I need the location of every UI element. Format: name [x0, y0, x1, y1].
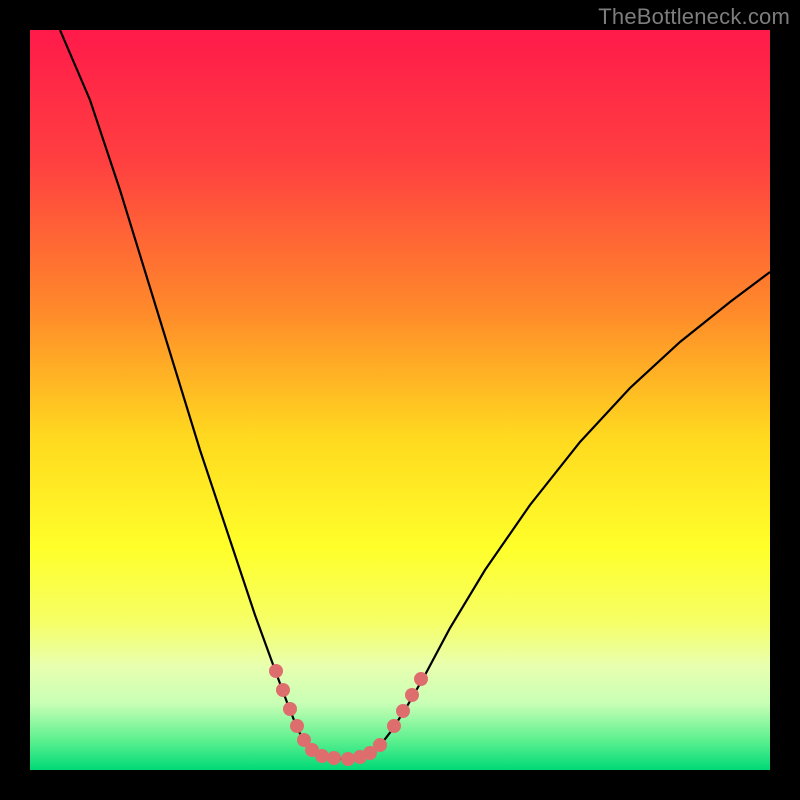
- highlight-dot: [290, 719, 304, 733]
- plot-area: [30, 30, 770, 770]
- highlight-dot: [387, 719, 401, 733]
- highlight-dot: [327, 751, 341, 765]
- highlight-dot: [405, 688, 419, 702]
- highlight-dot: [396, 704, 410, 718]
- chart-frame: TheBottleneck.com: [0, 0, 800, 800]
- highlight-dot: [373, 738, 387, 752]
- highlight-dot: [269, 664, 283, 678]
- gradient-background: [30, 30, 770, 770]
- highlight-dot: [341, 752, 355, 766]
- highlight-dot: [414, 672, 428, 686]
- watermark-label: TheBottleneck.com: [598, 4, 790, 30]
- highlight-dot: [315, 749, 329, 763]
- highlight-dot: [283, 702, 297, 716]
- highlight-dot: [276, 683, 290, 697]
- chart-svg: [30, 30, 770, 770]
